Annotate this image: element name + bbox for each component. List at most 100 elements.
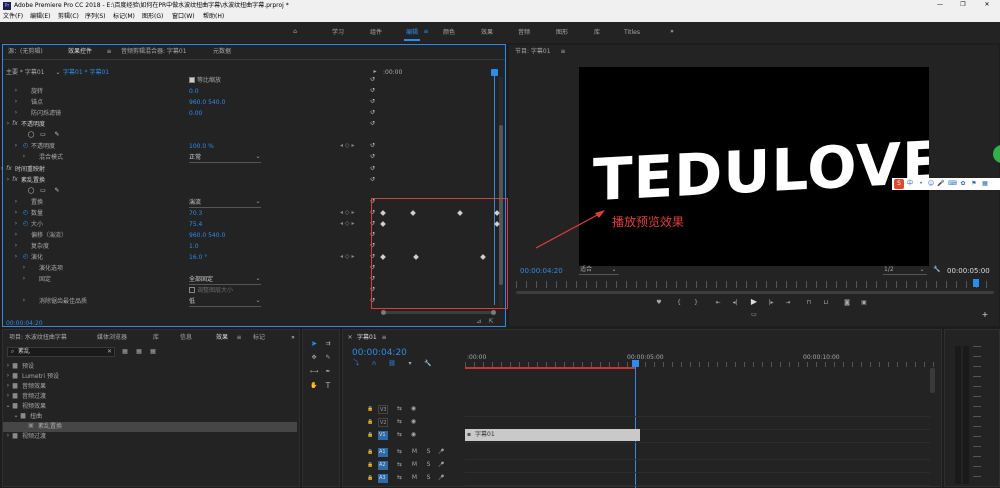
expand-chevron-icon[interactable]: › <box>13 87 19 95</box>
stopwatch-icon[interactable]: ◴ <box>22 253 29 261</box>
mute-button[interactable]: M <box>411 461 418 469</box>
expand-chevron-icon[interactable]: › <box>21 264 27 272</box>
microphone-icon[interactable]: 🎤 <box>438 474 445 482</box>
eye-icon[interactable]: ◉ <box>410 418 417 426</box>
tree-item[interactable]: ⌄ ▆ 视频效果 <box>3 402 297 412</box>
microphone-icon[interactable]: 🎤 <box>937 180 945 188</box>
track-target-toggle[interactable]: V2 <box>378 418 388 427</box>
zoom-handle-left[interactable] <box>381 310 386 315</box>
panel-menu-icon[interactable]: ≡ <box>381 334 387 342</box>
sync-lock-icon[interactable]: ⇆ <box>396 431 403 439</box>
track-target-toggle[interactable]: A1 <box>378 448 388 457</box>
work-area-bar[interactable] <box>465 367 635 369</box>
slip-tool-icon[interactable]: ⟷ <box>309 368 319 376</box>
solo-button[interactable]: S <box>425 461 432 469</box>
effect-value[interactable]: 1.0 <box>189 243 199 251</box>
pen-mask-icon[interactable]: ✎ <box>53 131 61 139</box>
go-to-in-icon[interactable]: ⇤ <box>714 299 722 307</box>
reset-icon[interactable]: ↺ <box>369 98 376 106</box>
step-back-icon[interactable]: ◂| <box>731 299 739 307</box>
workspace-menu-icon[interactable]: ≡ <box>422 28 430 36</box>
add-button-icon[interactable]: + <box>981 311 989 319</box>
checkbox[interactable] <box>189 77 195 83</box>
expand-chevron-icon[interactable]: › <box>13 220 19 228</box>
stopwatch-icon[interactable]: ◴ <box>22 220 29 228</box>
tree-item[interactable]: › ▆ 音频过渡 <box>3 392 297 402</box>
lock-icon[interactable]: 🔒 <box>367 431 374 439</box>
tree-item[interactable]: ▣ 紊乱置换 <box>3 422 297 432</box>
expand-chevron-icon[interactable]: › <box>13 98 19 106</box>
nest-icon[interactable]: ⤵ <box>352 360 360 368</box>
maximize-icon[interactable]: ❐ <box>958 1 968 9</box>
floating-green-button[interactable] <box>993 145 1000 163</box>
menu-file[interactable]: 文件(F) <box>3 13 23 21</box>
workspace-editing[interactable]: 编辑 <box>406 29 418 37</box>
program-timecode[interactable]: 00:00:04:20 <box>520 267 563 275</box>
razor-tool-icon[interactable]: ✎ <box>323 354 333 362</box>
ellipse-mask-icon[interactable]: ◯ <box>27 131 35 139</box>
skin-icon[interactable]: ✿ <box>959 180 967 188</box>
effect-value[interactable]: 0.0 <box>189 88 199 96</box>
microphone-icon[interactable]: 🎤 <box>438 461 445 469</box>
workspace-titles[interactable]: Titles <box>624 29 640 37</box>
linked-selection-icon[interactable]: ⛓ <box>388 360 396 368</box>
checkbox[interactable] <box>189 287 195 293</box>
fit-dropdown[interactable]: 适合 ⌄ <box>579 266 619 275</box>
hand-tool-icon[interactable]: ✋ <box>309 382 319 390</box>
reset-icon[interactable]: ↺ <box>369 176 376 184</box>
rectangle-mask-icon[interactable]: ▭ <box>39 131 47 139</box>
tree-item[interactable]: ⌄ ▆ 扭曲 <box>3 412 297 422</box>
effect-value[interactable]: 16.0 ° <box>189 254 207 262</box>
effect-value[interactable]: 75.4 <box>189 221 202 229</box>
effect-value[interactable]: 低 <box>189 298 195 306</box>
add-marker-icon[interactable]: ▾ <box>406 360 414 368</box>
chevron-down-icon[interactable]: ⌄ <box>255 275 261 283</box>
sync-lock-icon[interactable]: ⇆ <box>396 405 403 413</box>
effect-value[interactable]: 全部固定 <box>189 276 213 284</box>
zoom-handle-right[interactable] <box>491 310 496 315</box>
workspace-color[interactable]: 颜色 <box>443 29 455 37</box>
tab-metadata[interactable]: 元数据 <box>213 48 231 56</box>
workspace-graphics[interactable]: 图形 <box>556 29 568 37</box>
rectangle-mask-icon[interactable]: ▭ <box>39 187 47 195</box>
sync-lock-icon[interactable]: ⇆ <box>396 448 403 456</box>
mute-button[interactable]: M <box>411 474 418 482</box>
panel-menu-icon[interactable]: ≡ <box>106 48 112 56</box>
tree-item[interactable]: › ▆ 视频过渡 <box>3 432 297 442</box>
lock-icon[interactable]: 🔒 <box>367 418 374 426</box>
reset-icon[interactable]: ↺ <box>369 76 376 84</box>
tab-audio-clip-mixer[interactable]: 音频剪辑混合器: 字幕01 <box>121 48 187 56</box>
solo-button[interactable]: S <box>425 474 432 482</box>
ellipse-mask-icon[interactable]: ◯ <box>27 187 35 195</box>
ripple-edit-icon[interactable]: ✥ <box>309 354 319 362</box>
fx-icon[interactable]: fx <box>11 176 19 184</box>
tshirt-icon[interactable]: ⚑ <box>970 180 978 188</box>
sync-lock-icon[interactable]: ⇆ <box>396 461 403 469</box>
tree-item[interactable]: › ▆ Lumetri 预设 <box>3 372 297 382</box>
tree-item[interactable]: › ▆ 音频效果 <box>3 382 297 392</box>
panel-menu-icon[interactable]: ≡ <box>560 48 566 56</box>
menu-help[interactable]: 帮助(H) <box>203 13 224 21</box>
menu-graphics[interactable]: 图形(G) <box>142 13 163 21</box>
yuv-effects-icon[interactable]: ▦ <box>149 348 157 356</box>
tab-project[interactable]: 项目: 水波纹扭曲字幕 <box>9 334 67 342</box>
lock-icon[interactable]: 🔒 <box>367 405 374 413</box>
stopwatch-icon[interactable]: ◴ <box>22 209 29 217</box>
workspace-libraries[interactable]: 库 <box>594 29 600 37</box>
keyboard-icon[interactable]: ⌨ <box>948 180 957 188</box>
effect-value[interactable]: 0.00 <box>189 110 202 118</box>
chevron-down-icon[interactable]: ⌄ <box>255 297 261 305</box>
chevron-down-icon[interactable]: ⌄ <box>255 153 261 161</box>
effect-value[interactable]: 70.3 <box>189 210 202 218</box>
mute-button[interactable]: M <box>411 448 418 456</box>
32bit-effects-icon[interactable]: ▦ <box>135 348 143 356</box>
selection-tool-icon[interactable]: ➤ <box>309 340 319 348</box>
workspace-learn[interactable]: 学习 <box>332 29 344 37</box>
search-input[interactable]: 紊乱 <box>18 348 30 356</box>
accelerated-effects-icon[interactable]: ▦ <box>121 348 129 356</box>
tab-effect-controls[interactable]: 效果控件 <box>68 48 92 56</box>
snap-icon[interactable]: ∩ <box>370 360 378 368</box>
effect-value[interactable]: 960.0 540.0 <box>189 99 225 107</box>
add-marker-icon[interactable]: ♥ <box>655 299 663 307</box>
chevron-down-icon[interactable]: ⌄ <box>255 198 261 206</box>
